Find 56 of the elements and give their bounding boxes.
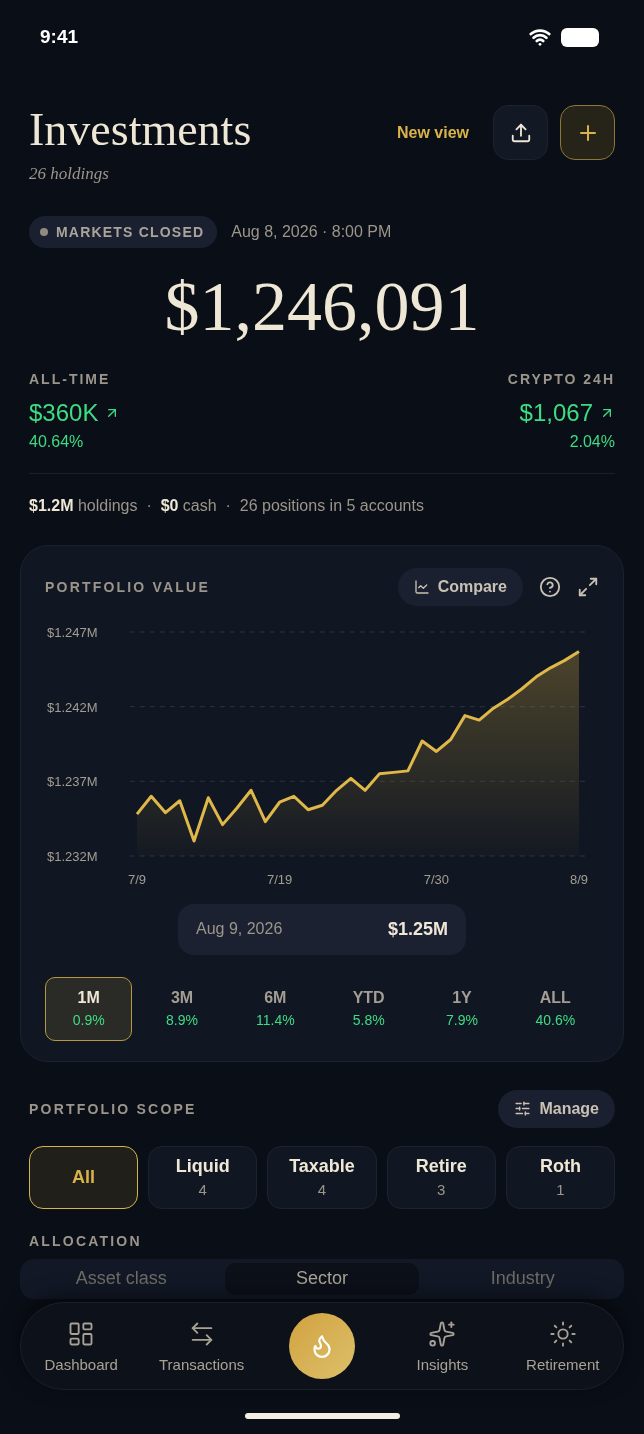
holdings-subtitle: 26 holdings [29, 163, 110, 184]
range-tab[interactable]: 1M 0.9% [45, 976, 133, 1041]
stat-value: $360K [29, 398, 99, 427]
scope-chip[interactable]: Liquid 4 [148, 1145, 258, 1209]
scope-chip[interactable]: Retire 3 [386, 1145, 496, 1209]
summary-text: $1.2M holdings · $0 cash · 26 positions in 5 accounts [29, 496, 425, 515]
battery-icon [561, 27, 599, 47]
axis-label: $1.237M [47, 773, 98, 789]
nav-item[interactable]: Dashboard [21, 1318, 142, 1374]
range-tab[interactable]: ALL 40.6% [511, 976, 599, 1041]
axis-label: 7/30 [423, 871, 450, 887]
status-time: 9:41 [40, 26, 79, 48]
axis-label: $1.232M [47, 848, 98, 864]
range-tab[interactable]: 1Y 7.9% [418, 976, 506, 1041]
stat-change: 2.04% [569, 432, 615, 451]
sun-icon [548, 1319, 577, 1348]
axis-label: 7/9 [127, 871, 147, 887]
axis-label: 8/9 [569, 871, 589, 887]
section-title: ALLOCATION [29, 1232, 142, 1249]
axis-label: $1.242M [47, 699, 98, 715]
stat-value: $1,067 [519, 398, 593, 427]
sparkle-icon [428, 1319, 457, 1348]
nav-item[interactable]: Insights [382, 1318, 503, 1374]
expand-icon[interactable] [577, 575, 599, 598]
manage-button[interactable]: Manage [498, 1089, 615, 1128]
tooltip-date: Aug 9, 2026 [196, 920, 283, 939]
nav-item[interactable]: Transactions [141, 1318, 262, 1374]
section-title: PORTFOLIO VALUE [45, 578, 210, 595]
stat-change: 40.64% [29, 432, 84, 451]
page-title: Investments [29, 105, 252, 156]
new-view-link[interactable]: New view [390, 122, 475, 143]
tooltip-value: $1.25M [387, 918, 448, 940]
wifi-icon [529, 26, 551, 48]
scope-chip[interactable]: All [29, 1145, 139, 1209]
scope-chip[interactable]: Taxable 4 [267, 1145, 377, 1209]
stat-label: ALL-TIME [29, 370, 111, 387]
range-tab[interactable]: YTD 5.8% [325, 976, 413, 1041]
compare-button[interactable]: Compare [397, 567, 523, 606]
total-value: $1,246,091 [163, 267, 481, 345]
scope-chip[interactable]: Roth 1 [505, 1145, 615, 1209]
market-status-badge: MARKETS CLOSED [29, 215, 218, 248]
share-button[interactable] [493, 105, 548, 160]
range-tab[interactable]: 3M 8.9% [138, 976, 226, 1041]
stat-label: CRYPTO 24H [507, 370, 615, 387]
axis-label: $1.247M [47, 624, 98, 640]
allocation-tab[interactable]: Sector [224, 1262, 420, 1295]
add-button[interactable] [560, 105, 615, 160]
help-icon[interactable] [539, 575, 561, 598]
nav-item[interactable]: Retirement [502, 1318, 623, 1374]
axis-label: 7/19 [266, 871, 293, 887]
section-title: PORTFOLIO SCOPE [29, 1100, 197, 1117]
market-timestamp: Aug 8, 2026 · 8:00 PM [231, 222, 392, 241]
sliders-icon [514, 1100, 532, 1118]
range-tab[interactable]: 6M 11.4% [231, 976, 319, 1041]
line-chart-icon [413, 578, 430, 595]
upload-icon [509, 121, 532, 144]
